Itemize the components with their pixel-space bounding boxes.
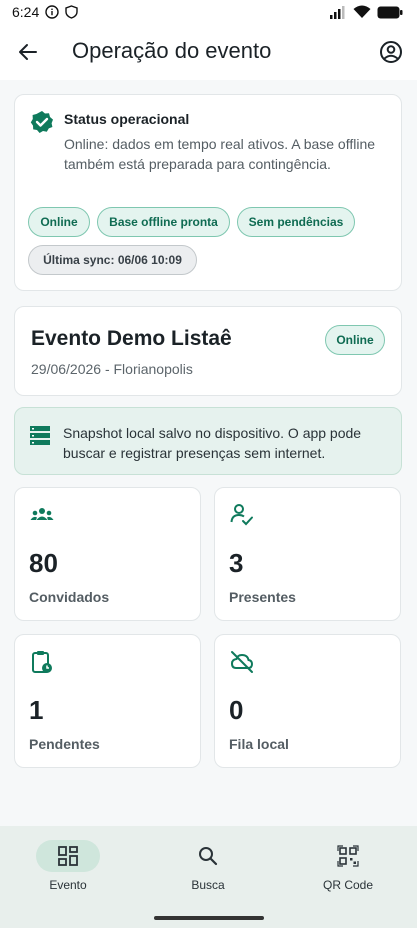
status-time: 6:24 <box>12 4 40 20</box>
stat-value-guests: 80 <box>29 548 58 578</box>
chip-online: Online <box>28 207 90 237</box>
page-title: Operação do evento <box>72 38 272 63</box>
chip-offline-ready: Base offline pronta <box>97 207 230 237</box>
event-card[interactable]: Evento Demo Listaê 29/06/2026 - Floriano… <box>14 306 402 396</box>
gesture-bar <box>154 916 264 920</box>
chip-last-sync: Última sync: 06/06 10:09 <box>28 245 197 275</box>
nav-item-qr-code[interactable]: QR Code <box>298 838 398 898</box>
stat-card-pending[interactable]: 1 Pendentes <box>14 634 201 768</box>
stat-value-present: 3 <box>229 548 244 578</box>
stat-value-pending: 1 <box>29 695 44 725</box>
storage-icon <box>30 426 50 445</box>
chip-no-pending: Sem pendências <box>237 207 355 237</box>
stat-value-local-queue: 0 <box>229 695 244 725</box>
stat-label-present: Presentes <box>229 589 296 605</box>
verified-check-icon <box>30 111 53 133</box>
back-arrow-icon[interactable] <box>16 40 40 64</box>
stat-card-guests[interactable]: 80 Convidados <box>14 487 201 621</box>
nav-item-busca[interactable]: Busca <box>158 838 258 898</box>
cloud-off-icon <box>230 651 254 673</box>
nav-icon-holder <box>316 840 380 872</box>
info-icon <box>45 5 59 19</box>
event-status-badge: Online <box>325 325 385 355</box>
dashboard-icon <box>58 846 78 866</box>
clipboard-clock-icon <box>32 651 52 673</box>
app-bar: Operação do evento <box>0 24 417 80</box>
event-date-location: 29/06/2026 - Florianopolis <box>31 361 193 377</box>
status-card: Status operacional Online: dados em temp… <box>14 94 402 291</box>
nav-icon-holder <box>176 840 240 872</box>
status-bar: 6:24 <box>0 0 417 24</box>
account-icon[interactable] <box>379 40 403 64</box>
bottom-navigation: Evento Busca QR Code <box>0 826 417 928</box>
nav-label-evento: Evento <box>49 878 87 892</box>
stat-card-present[interactable]: 3 Presentes <box>214 487 401 621</box>
stat-label-guests: Convidados <box>29 589 110 605</box>
battery-icon <box>377 6 403 18</box>
status-description: Online: dados em tempo real ativos. A ba… <box>64 136 376 172</box>
offline-snapshot-notice: Snapshot local salvo no dispositivo. O a… <box>14 407 402 475</box>
shield-icon <box>65 5 78 19</box>
stat-label-local-queue: Fila local <box>229 736 289 752</box>
status-heading: Status operacional <box>64 111 190 127</box>
nav-label-qr-code: QR Code <box>322 878 374 892</box>
nav-active-indicator <box>36 840 100 872</box>
signal-icon <box>330 5 345 19</box>
nav-label-busca: Busca <box>191 878 225 892</box>
event-name: Evento Demo Listaê <box>31 327 232 350</box>
qr-code-icon <box>337 845 359 867</box>
search-icon <box>199 847 218 866</box>
stat-label-pending: Pendentes <box>29 736 100 752</box>
groups-icon <box>30 508 54 520</box>
notice-text: Snapshot local salvo no dispositivo. O a… <box>63 425 362 461</box>
stat-card-local-queue[interactable]: 0 Fila local <box>214 634 401 768</box>
nav-item-evento[interactable]: Evento <box>18 838 118 898</box>
person-check-icon <box>230 504 253 526</box>
wifi-icon <box>353 5 371 18</box>
